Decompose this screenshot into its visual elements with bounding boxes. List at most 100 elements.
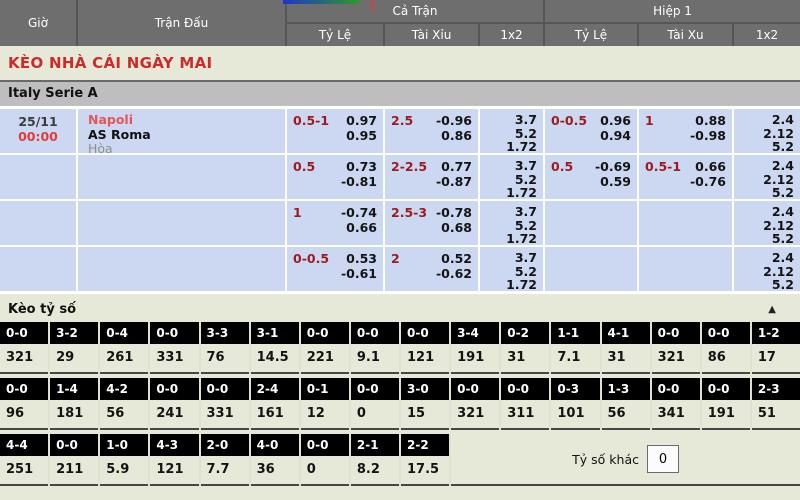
score-cell[interactable]: 0-0 <box>0 378 48 400</box>
odds-cell-h1_hdp[interactable] <box>545 201 637 245</box>
score-odd-cell[interactable]: 191 <box>451 344 499 374</box>
score-cell[interactable]: 0-0 <box>301 322 349 344</box>
odds-cell-h1_ou[interactable]: 10.88-0.98 <box>639 109 732 153</box>
score-cell[interactable]: 1-1 <box>551 322 599 344</box>
score-odd-cell[interactable]: 311 <box>501 400 549 430</box>
score-cell[interactable]: 4-0 <box>251 434 299 456</box>
odds-cell-h1_hdp[interactable] <box>545 247 637 291</box>
score-cell[interactable]: 1-2 <box>752 322 800 344</box>
score-odd-cell[interactable]: 331 <box>201 400 249 430</box>
score-cell[interactable]: 0-0 <box>150 378 198 400</box>
score-odd-cell[interactable]: 341 <box>652 400 700 430</box>
odds-cell-h1_1x2[interactable]: 2.42.125.2 <box>734 247 800 291</box>
score-cell[interactable]: 4-4 <box>0 434 48 456</box>
score-cell[interactable]: 2-0 <box>201 434 249 456</box>
score-odd-cell[interactable]: 0 <box>351 400 399 430</box>
score-cell[interactable]: 0-0 <box>652 322 700 344</box>
score-odd-cell[interactable]: 0 <box>301 456 349 486</box>
score-cell[interactable]: 3-3 <box>201 322 249 344</box>
score-odd-cell[interactable]: 29 <box>50 344 98 374</box>
score-cell[interactable]: 1-4 <box>50 378 98 400</box>
odds-cell-ft_hdp[interactable]: 0.50.73-0.81 <box>287 155 383 199</box>
odds-cell-h1_ou[interactable] <box>639 201 732 245</box>
score-odd-cell[interactable]: 9.1 <box>351 344 399 374</box>
score-odd-cell[interactable]: 101 <box>551 400 599 430</box>
score-odd-cell[interactable]: 321 <box>451 400 499 430</box>
score-cell[interactable]: 3-2 <box>50 322 98 344</box>
score-cell[interactable]: 0-0 <box>702 378 750 400</box>
score-cell[interactable]: 4-3 <box>150 434 198 456</box>
score-odd-cell[interactable]: 36 <box>251 456 299 486</box>
odds-cell-h1_hdp[interactable]: 0-0.50.960.94 <box>545 109 637 153</box>
score-odd-cell[interactable]: 8.2 <box>351 456 399 486</box>
score-cell[interactable]: 2-3 <box>752 378 800 400</box>
score-odd-cell[interactable]: 121 <box>150 456 198 486</box>
score-cell[interactable]: 0-0 <box>50 434 98 456</box>
score-cell[interactable]: 2-2 <box>401 434 449 456</box>
score-odd-cell[interactable]: 12 <box>301 400 349 430</box>
odds-cell-h1_1x2[interactable]: 2.42.125.2 <box>734 155 800 199</box>
score-odd-cell[interactable]: 211 <box>50 456 98 486</box>
score-cell[interactable]: 0-0 <box>702 322 750 344</box>
score-odd-cell[interactable]: 15 <box>401 400 449 430</box>
score-cell[interactable]: 0-1 <box>301 378 349 400</box>
score-cell[interactable]: 2-4 <box>251 378 299 400</box>
score-odd-cell[interactable]: 191 <box>702 400 750 430</box>
odds-cell-h1_ou[interactable] <box>639 247 732 291</box>
score-cell[interactable]: 1-3 <box>602 378 650 400</box>
score-cell[interactable]: 3-1 <box>251 322 299 344</box>
other-score-input[interactable] <box>647 445 679 473</box>
score-odd-cell[interactable]: 121 <box>401 344 449 374</box>
score-cell[interactable]: 0-4 <box>100 322 148 344</box>
score-cell[interactable]: 0-0 <box>0 322 48 344</box>
score-cell[interactable]: 2-1 <box>351 434 399 456</box>
odds-cell-ft_1x2[interactable]: 3.75.21.72 <box>480 247 543 291</box>
score-cell[interactable]: 1-0 <box>100 434 148 456</box>
score-odd-cell[interactable]: 241 <box>150 400 198 430</box>
score-cell[interactable]: 0-0 <box>301 434 349 456</box>
score-cell[interactable]: 0-0 <box>652 378 700 400</box>
score-odd-cell[interactable]: 86 <box>702 344 750 374</box>
odds-cell-h1_hdp[interactable]: 0.5-0.690.59 <box>545 155 637 199</box>
odds-cell-h1_1x2[interactable]: 2.42.125.2 <box>734 109 800 153</box>
score-odd-cell[interactable]: 31 <box>602 344 650 374</box>
score-cell[interactable]: 0-3 <box>551 378 599 400</box>
score-odd-cell[interactable]: 251 <box>0 456 48 486</box>
odds-cell-ft_hdp[interactable]: 1-0.740.66 <box>287 201 383 245</box>
score-odd-cell[interactable]: 161 <box>251 400 299 430</box>
odds-cell-h1_1x2[interactable]: 2.42.125.2 <box>734 201 800 245</box>
odds-cell-ft_1x2[interactable]: 3.75.21.72 <box>480 155 543 199</box>
score-odd-cell[interactable]: 261 <box>100 344 148 374</box>
score-cell[interactable]: 0-0 <box>150 322 198 344</box>
score-cell[interactable]: 0-0 <box>501 378 549 400</box>
odds-cell-ft_ou[interactable]: 20.52-0.62 <box>385 247 478 291</box>
odds-cell-ft_ou[interactable]: 2-2.50.77-0.87 <box>385 155 478 199</box>
score-odd-cell[interactable]: 5.9 <box>100 456 148 486</box>
score-odd-cell[interactable]: 76 <box>201 344 249 374</box>
score-odd-cell[interactable]: 181 <box>50 400 98 430</box>
score-cell[interactable]: 0-0 <box>401 322 449 344</box>
score-odd-cell[interactable]: 17.5 <box>401 456 449 486</box>
score-odd-cell[interactable]: 56 <box>100 400 148 430</box>
score-cell[interactable]: 3-4 <box>451 322 499 344</box>
score-cell[interactable]: 0-0 <box>351 322 399 344</box>
odds-cell-ft_hdp[interactable]: 0-0.50.53-0.61 <box>287 247 383 291</box>
odds-cell-ft_1x2[interactable]: 3.75.21.72 <box>480 109 543 153</box>
score-odd-cell[interactable]: 96 <box>0 400 48 430</box>
score-cell[interactable]: 0-0 <box>451 378 499 400</box>
score-odd-cell[interactable]: 31 <box>501 344 549 374</box>
score-cell[interactable]: 0-0 <box>201 378 249 400</box>
odds-cell-ft_hdp[interactable]: 0.5-10.970.95 <box>287 109 383 153</box>
match-cell[interactable]: NapoliAS RomaHòa <box>78 109 285 153</box>
score-cell[interactable]: 0-2 <box>501 322 549 344</box>
odds-cell-ft_ou[interactable]: 2.5-3-0.780.68 <box>385 201 478 245</box>
score-odd-cell[interactable]: 7.1 <box>551 344 599 374</box>
score-odd-cell[interactable]: 321 <box>652 344 700 374</box>
score-cell[interactable]: 4-2 <box>100 378 148 400</box>
score-cell[interactable]: 0-0 <box>351 378 399 400</box>
score-odd-cell[interactable]: 14.5 <box>251 344 299 374</box>
odds-cell-ft_1x2[interactable]: 3.75.21.72 <box>480 201 543 245</box>
odds-cell-ft_ou[interactable]: 2.5-0.960.86 <box>385 109 478 153</box>
odds-cell-h1_ou[interactable]: 0.5-10.66-0.76 <box>639 155 732 199</box>
score-odd-cell[interactable]: 331 <box>150 344 198 374</box>
